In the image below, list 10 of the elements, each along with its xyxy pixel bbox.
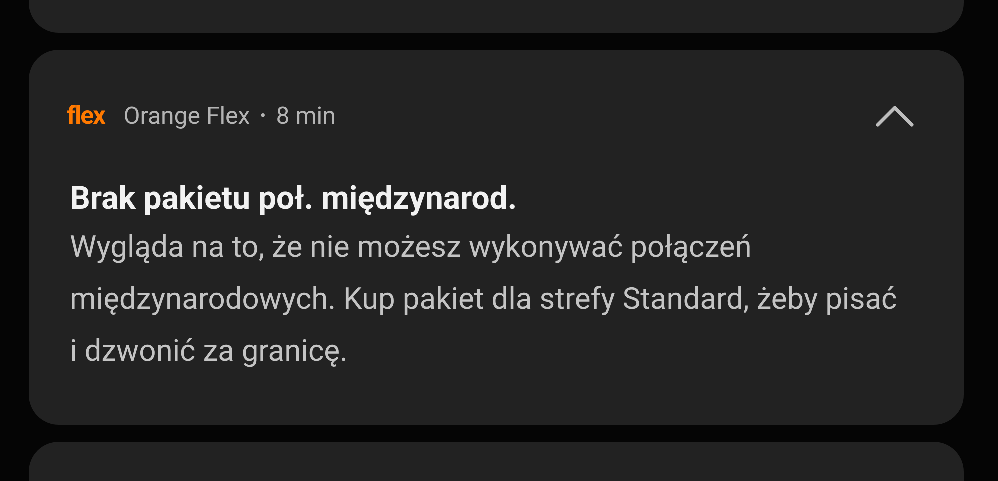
app-logo: flex [67, 102, 105, 130]
app-name: Orange Flex [124, 102, 250, 130]
separator: • [260, 106, 266, 126]
notification-body: Wygląda na to, że nie możesz wykonywać połączeń międzynarodowych. Kup pakiet dla strefy Standard, żeby pisać i dzwonić za granicę. [69, 229, 898, 371]
notification-card[interactable] [29, 0, 964, 33]
chevron-icon[interactable] [876, 105, 914, 127]
timestamp: 8 min [276, 102, 336, 130]
notification-card[interactable] [29, 442, 964, 481]
notification-card[interactable]: flex Orange Flex • 8 min Brak pakietu poł. międzynarod. Wygląda na to, że nie możesz wykonywać połączeń międzynarodowych. Kup pakiet dla strefy Standard, żeby pisać i dzwonić za granicę. [29, 50, 964, 425]
notification-title: Brak pakietu poł. międzynarod. [69, 178, 518, 218]
